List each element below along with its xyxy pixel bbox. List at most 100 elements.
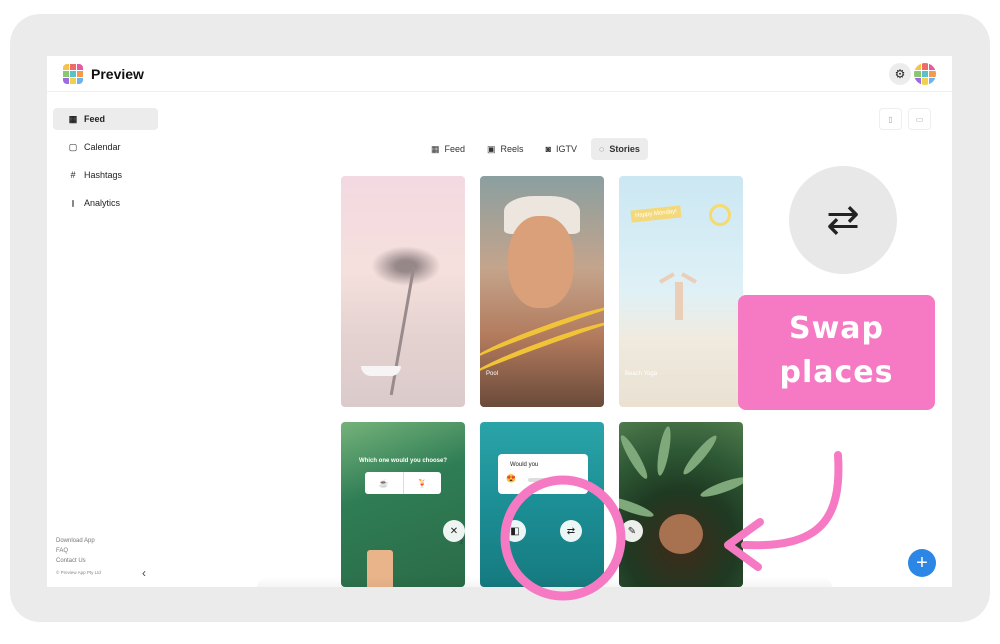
stories-icon: ◌: [599, 144, 605, 154]
brand-name: Preview: [91, 66, 144, 82]
analytics-icon: ⫾: [71, 197, 75, 208]
logo-tile: [921, 78, 929, 85]
avatar[interactable]: [914, 63, 936, 85]
sidebar: ▦ Feed ▢ Calendar # Hashtags ⫾ Analytics: [47, 92, 167, 587]
question-sticker: Would you 😍: [498, 454, 588, 494]
story-card-poll[interactable]: Which one would you choose? ☕ 🍹 ✕ 2: [341, 422, 465, 587]
logo-tile: [921, 63, 929, 70]
sidebar-item-label: Feed: [84, 114, 106, 124]
grid-icon: ▦: [68, 113, 78, 124]
emoji-slider-track: [528, 478, 578, 482]
swap-places-label: Swap places: [738, 295, 935, 410]
logo-tile: [77, 78, 83, 84]
portrait-image: [508, 216, 574, 308]
contact-us-link[interactable]: Contact Us: [56, 556, 95, 566]
add-button[interactable]: +: [908, 549, 936, 577]
igtv-icon: ◙: [545, 144, 551, 154]
tab-label: IGTV: [556, 144, 578, 154]
tab-stories[interactable]: ◌ Stories: [591, 138, 648, 160]
leaf-image: [698, 473, 743, 501]
logo-tile: [914, 70, 921, 78]
story-card-pool[interactable]: Pool: [480, 176, 604, 407]
edit-icon: ✎: [627, 525, 637, 537]
sidebar-item-feed[interactable]: ▦ Feed: [53, 108, 158, 130]
hashtag-icon: #: [70, 170, 76, 180]
palm-leaves-image: [371, 246, 441, 286]
sidebar-item-label: Calendar: [84, 142, 121, 152]
tab-label: Feed: [444, 144, 466, 154]
logo-tile: [929, 70, 936, 78]
calendar-icon: ▢: [68, 141, 78, 152]
preview-logo: [63, 64, 83, 84]
poll-question: Which one would you choose?: [359, 458, 447, 464]
swap-button[interactable]: ⇄: [560, 520, 582, 542]
close-icon: ✕: [449, 525, 459, 537]
logo-tile: [70, 71, 76, 77]
logo-tile: [70, 64, 76, 70]
story-card-underwater[interactable]: Would you 😍 ◧ ⇄: [480, 422, 604, 587]
swap-icon: ⇄: [566, 525, 576, 537]
leaf-image: [680, 432, 720, 478]
select-icon: ◧: [510, 525, 520, 537]
bottom-panel: [257, 576, 832, 587]
remove-button[interactable]: ✕: [443, 520, 465, 542]
swap-icon: ⇄: [789, 166, 897, 274]
tablet-icon[interactable]: ▭: [908, 108, 931, 130]
tab-igtv[interactable]: ◙ IGTV: [538, 138, 585, 160]
story-caption: Pool: [486, 371, 499, 377]
story-tag: Happy Monday!: [630, 205, 682, 223]
leaf-image: [619, 432, 651, 482]
faq-link[interactable]: FAQ: [56, 546, 95, 556]
logo-tile: [63, 78, 69, 84]
leaf-image: [619, 493, 656, 521]
poll-options: ☕ 🍹: [365, 472, 441, 494]
logo-tile: [63, 71, 69, 77]
sidebar-item-label: Analytics: [84, 198, 121, 208]
sidebar-item-hashtags[interactable]: # Hashtags: [53, 164, 158, 186]
reels-icon: ▣: [487, 143, 496, 154]
tab-reels[interactable]: ▣ Reels: [479, 138, 532, 160]
sticker-prompt: Would you: [510, 462, 539, 468]
select-button[interactable]: ◧: [504, 520, 526, 542]
footer-links: Download App FAQ Contact Us: [56, 536, 95, 566]
sun-icon: [709, 204, 731, 226]
tab-feed[interactable]: ▦ Feed: [423, 138, 473, 160]
tab-label: Stories: [609, 144, 640, 154]
story-card-plants[interactable]: ✎: [619, 422, 743, 587]
edit-button[interactable]: ✎: [621, 520, 643, 542]
leaf-image: [654, 425, 674, 477]
tab-label: Reels: [500, 144, 524, 154]
logo-tile: [70, 78, 76, 84]
logo-tile: [914, 78, 921, 85]
palm-trunk-image: [389, 266, 416, 396]
swap-label-line: places: [779, 355, 894, 390]
content-tabs: ▦ Feed ▣ Reels ◙ IGTV ◌ Stories: [423, 138, 648, 160]
portrait-image: [659, 514, 703, 554]
logo-tile: [77, 64, 83, 70]
top-bar: Preview ⚙: [47, 56, 952, 92]
sidebar-item-analytics[interactable]: ⫾ Analytics: [53, 192, 158, 214]
sidebar-item-label: Hashtags: [84, 170, 123, 180]
download-app-link[interactable]: Download App: [56, 536, 95, 546]
logo-tile: [914, 63, 921, 70]
phone-icon[interactable]: ▯: [879, 108, 902, 130]
drink-option[interactable]: 🍹: [404, 472, 442, 494]
grid-icon: ▦: [431, 143, 440, 154]
logo-tile: [77, 71, 83, 77]
story-card-beach-sunset[interactable]: [341, 176, 465, 407]
emoji-slider-icon: 😍: [506, 474, 516, 483]
yoga-figure-image: [659, 272, 699, 326]
logo-tile: [63, 64, 69, 70]
app-window: Preview ⚙ ▦ Feed ▢ Calendar # Hashtags ⫾…: [47, 56, 952, 587]
sidebar-item-calendar[interactable]: ▢ Calendar: [53, 136, 158, 158]
chevron-left-icon[interactable]: ‹: [142, 566, 146, 580]
logo-tile: [921, 70, 929, 78]
logo-tile: [929, 63, 936, 70]
boat-image: [361, 366, 401, 376]
coffee-option[interactable]: ☕: [365, 472, 404, 494]
item-count: 2: [460, 540, 463, 546]
gear-icon[interactable]: ⚙: [889, 63, 911, 85]
story-card-beach-yoga[interactable]: Happy Monday! Beach Yoga: [619, 176, 743, 407]
copyright: © Preview App Pty Ltd: [56, 570, 101, 575]
story-caption: Beach Yoga: [625, 371, 658, 377]
